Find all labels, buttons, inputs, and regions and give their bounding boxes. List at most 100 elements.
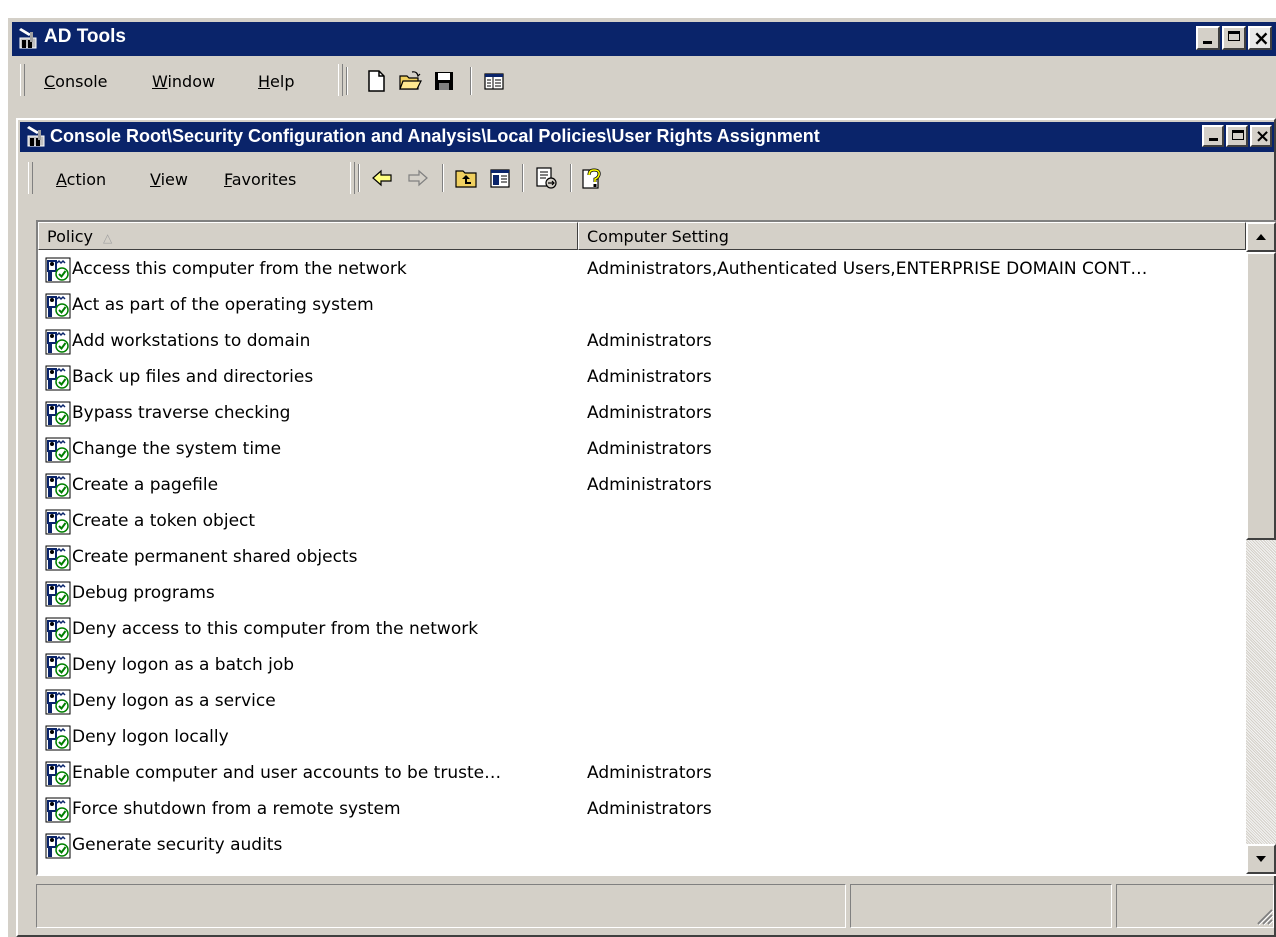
table-row[interactable]: Change the system time Administrators [38, 432, 1246, 468]
table-row[interactable]: Enable computer and user accounts to be … [38, 756, 1246, 792]
policy-name: Deny access to this computer from the ne… [72, 619, 479, 639]
menu-help[interactable]: Help [258, 72, 294, 91]
vertical-scrollbar[interactable] [1246, 222, 1276, 874]
minimize-icon [1203, 41, 1212, 44]
open-folder-icon[interactable] [398, 69, 422, 93]
toolbar-grip[interactable] [350, 162, 355, 194]
policy-icon [45, 473, 71, 499]
show-hide-console-tree-icon[interactable] [482, 69, 506, 93]
maximize-button[interactable] [1222, 26, 1246, 50]
minimize-button[interactable] [1196, 26, 1220, 50]
policy-name: Back up files and directories [72, 367, 314, 387]
table-row[interactable]: Create a token object [38, 504, 1246, 540]
scroll-thumb[interactable] [1246, 252, 1276, 540]
policy-name: Create a token object [72, 511, 256, 531]
policy-name: Force shutdown from a remote system [72, 799, 401, 819]
close-button[interactable]: × [1248, 26, 1272, 50]
table-row[interactable]: Debug programs [38, 576, 1246, 612]
computer-setting-value: Administrators [587, 403, 712, 423]
table-row[interactable]: Act as part of the operating system [38, 288, 1246, 324]
show-hide-tree-icon[interactable] [488, 166, 512, 190]
policy-icon [45, 257, 71, 283]
policy-icon [45, 437, 71, 463]
policy-icon [45, 689, 71, 715]
computer-setting-value: Administrators [587, 475, 712, 495]
child-maximize-button[interactable] [1226, 125, 1248, 147]
policy-name: Generate security audits [72, 835, 283, 855]
up-one-level-icon[interactable] [454, 166, 478, 190]
policy-name: Create a pagefile [72, 475, 219, 495]
policy-icon [45, 581, 71, 607]
table-row[interactable]: Generate security audits [38, 828, 1246, 864]
save-icon[interactable] [432, 69, 456, 93]
list-header: Policy △ Computer Setting [38, 222, 1246, 250]
table-row[interactable]: Deny logon locally [38, 720, 1246, 756]
policy-icon [45, 725, 71, 751]
table-row[interactable]: Create permanent shared objects [38, 540, 1246, 576]
policy-icon [45, 833, 71, 859]
console-child-window: Console Root\Security Configuration and … [16, 118, 1276, 937]
computer-setting-value: Administrators,Authenticated Users,ENTER… [587, 259, 1148, 279]
policy-name: Add workstations to domain [72, 331, 311, 351]
policy-list-view[interactable]: Policy △ Computer Setting Access this com… [36, 220, 1276, 876]
app-title-bar[interactable]: AD Tools × [12, 22, 1276, 56]
table-row[interactable]: Deny access to this computer from the ne… [38, 612, 1246, 648]
menubar-grip[interactable] [28, 162, 33, 194]
column-header-policy[interactable]: Policy △ [38, 222, 578, 250]
toolbar-grip[interactable] [338, 64, 343, 96]
computer-setting-value: Administrators [587, 331, 712, 351]
column-header-computer-setting[interactable]: Computer Setting [578, 222, 1246, 250]
toolbar-separator [522, 164, 524, 192]
toolbar-separator [570, 164, 572, 192]
app-icon [19, 28, 37, 49]
table-row[interactable]: Deny logon as a batch job [38, 648, 1246, 684]
console-icon [27, 126, 45, 147]
table-row[interactable]: Deny logon as a service [38, 684, 1246, 720]
policy-name: Deny logon as a batch job [72, 655, 295, 675]
app-window-controls: × [1196, 26, 1272, 50]
policy-name: Create permanent shared objects [72, 547, 358, 567]
export-list-icon[interactable] [534, 166, 558, 190]
policy-icon [45, 509, 71, 535]
menu-console[interactable]: Console [44, 72, 108, 91]
child-menubar: Action View Favorites [20, 156, 1274, 200]
scroll-down-button[interactable] [1246, 844, 1276, 874]
scroll-up-button[interactable] [1246, 222, 1276, 252]
policy-icon [45, 653, 71, 679]
table-row[interactable]: Force shutdown from a remote system Admin… [38, 792, 1246, 828]
policy-name: Enable computer and user accounts to be … [72, 763, 502, 783]
maximize-icon [1232, 130, 1244, 140]
arrow-up-icon [1256, 234, 1266, 240]
forward-arrow-icon[interactable] [406, 166, 430, 190]
menubar-grip[interactable] [20, 64, 25, 96]
new-document-icon[interactable] [364, 69, 388, 93]
table-row[interactable]: Access this computer from the network Adm… [38, 252, 1246, 288]
child-minimize-button[interactable] [1202, 125, 1224, 147]
child-title-bar[interactable]: Console Root\Security Configuration and … [20, 122, 1274, 152]
child-close-button[interactable]: × [1250, 125, 1272, 147]
help-icon[interactable] [580, 166, 604, 190]
table-row[interactable]: Back up files and directories Administrat… [38, 360, 1246, 396]
policy-name: Access this computer from the network [72, 259, 407, 279]
menu-window[interactable]: Window [152, 72, 215, 91]
child-title: Console Root\Security Configuration and … [50, 126, 820, 146]
close-icon: × [1253, 26, 1270, 50]
arrow-down-icon [1256, 856, 1266, 862]
app-title: AD Tools [44, 26, 126, 47]
table-row[interactable]: Bypass traverse checking Administrators [38, 396, 1246, 432]
menu-view[interactable]: View [150, 170, 188, 189]
resize-grip-icon[interactable] [1252, 904, 1274, 926]
computer-setting-value: Administrators [587, 367, 712, 387]
table-row[interactable]: Create a pagefile Administrators [38, 468, 1246, 504]
menu-favorites[interactable]: Favorites [224, 170, 296, 189]
list-rows: Access this computer from the network Adm… [38, 252, 1246, 864]
policy-icon [45, 401, 71, 427]
back-arrow-icon[interactable] [370, 166, 394, 190]
policy-name: Change the system time [72, 439, 282, 459]
ad-tools-window: AD Tools × Console Window Help Console R… [8, 18, 1276, 937]
menu-action[interactable]: Action [56, 170, 106, 189]
policy-icon [45, 365, 71, 391]
app-menubar: Console Window Help [12, 59, 1276, 101]
table-row[interactable]: Add workstations to domain Administrators [38, 324, 1246, 360]
policy-icon [45, 545, 71, 571]
